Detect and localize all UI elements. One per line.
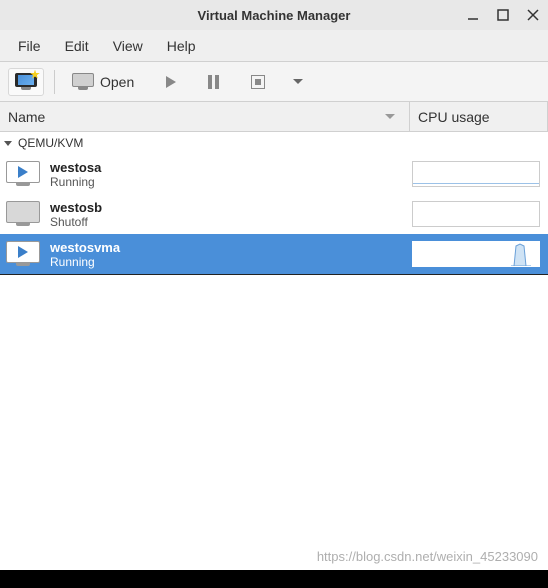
vm-name: westosvma <box>50 240 412 255</box>
cpu-graph <box>412 161 540 187</box>
column-name-label: Name <box>8 109 45 125</box>
vm-info: westosvma Running <box>50 240 412 269</box>
chevron-down-icon <box>293 79 303 84</box>
vm-thumbnail-icon <box>6 241 40 267</box>
vm-status: Running <box>50 255 412 269</box>
minimize-button[interactable] <box>466 8 480 22</box>
play-icon <box>166 76 176 88</box>
vm-tree: QEMU/KVM westosa Running westosb Shutoff… <box>0 132 548 275</box>
vm-status: Shutoff <box>50 215 412 229</box>
open-label: Open <box>100 74 134 90</box>
connection-label: QEMU/KVM <box>18 136 83 150</box>
menu-file[interactable]: File <box>6 34 53 58</box>
column-cpu-label: CPU usage <box>418 109 490 125</box>
close-button[interactable] <box>526 8 540 22</box>
window-controls <box>466 8 540 22</box>
new-vm-button[interactable] <box>8 68 44 96</box>
vm-info: westosb Shutoff <box>50 200 412 229</box>
vm-row-westosa[interactable]: westosa Running <box>0 154 548 194</box>
stop-icon <box>251 75 265 89</box>
footer-bar <box>0 570 548 588</box>
menu-help[interactable]: Help <box>155 34 208 58</box>
toolbar: Open <box>0 62 548 102</box>
pause-button[interactable] <box>201 70 226 94</box>
separator <box>54 70 55 94</box>
connection-row[interactable]: QEMU/KVM <box>0 132 548 154</box>
column-headers: Name CPU usage <box>0 102 548 132</box>
open-button[interactable]: Open <box>65 68 141 96</box>
sort-arrow-icon <box>385 114 395 119</box>
vm-thumbnail-icon <box>6 201 40 227</box>
vm-info: westosa Running <box>50 160 412 189</box>
maximize-button[interactable] <box>496 8 510 22</box>
pause-icon <box>208 75 219 89</box>
column-cpu[interactable]: CPU usage <box>410 102 548 131</box>
shutdown-dropdown[interactable] <box>286 74 310 89</box>
shutdown-button[interactable] <box>244 70 272 94</box>
expand-arrow-icon <box>4 141 12 146</box>
monitor-icon <box>72 73 94 91</box>
cpu-spike-icon <box>511 242 531 266</box>
window-title: Virtual Machine Manager <box>198 8 351 23</box>
column-name[interactable]: Name <box>0 102 410 131</box>
titlebar: Virtual Machine Manager <box>0 0 548 30</box>
cpu-graph <box>412 241 540 267</box>
vm-status: Running <box>50 175 412 189</box>
divider <box>0 274 548 275</box>
new-vm-icon <box>15 73 37 91</box>
vm-name: westosa <box>50 160 412 175</box>
menu-view[interactable]: View <box>101 34 155 58</box>
vm-row-westosb[interactable]: westosb Shutoff <box>0 194 548 234</box>
watermark: https://blog.csdn.net/weixin_45233090 <box>317 549 538 564</box>
vm-row-westosvma[interactable]: westosvma Running <box>0 234 548 274</box>
menubar: File Edit View Help <box>0 30 548 62</box>
vm-name: westosb <box>50 200 412 215</box>
vm-thumbnail-icon <box>6 161 40 187</box>
run-button[interactable] <box>159 71 183 93</box>
cpu-graph <box>412 201 540 227</box>
menu-edit[interactable]: Edit <box>53 34 101 58</box>
